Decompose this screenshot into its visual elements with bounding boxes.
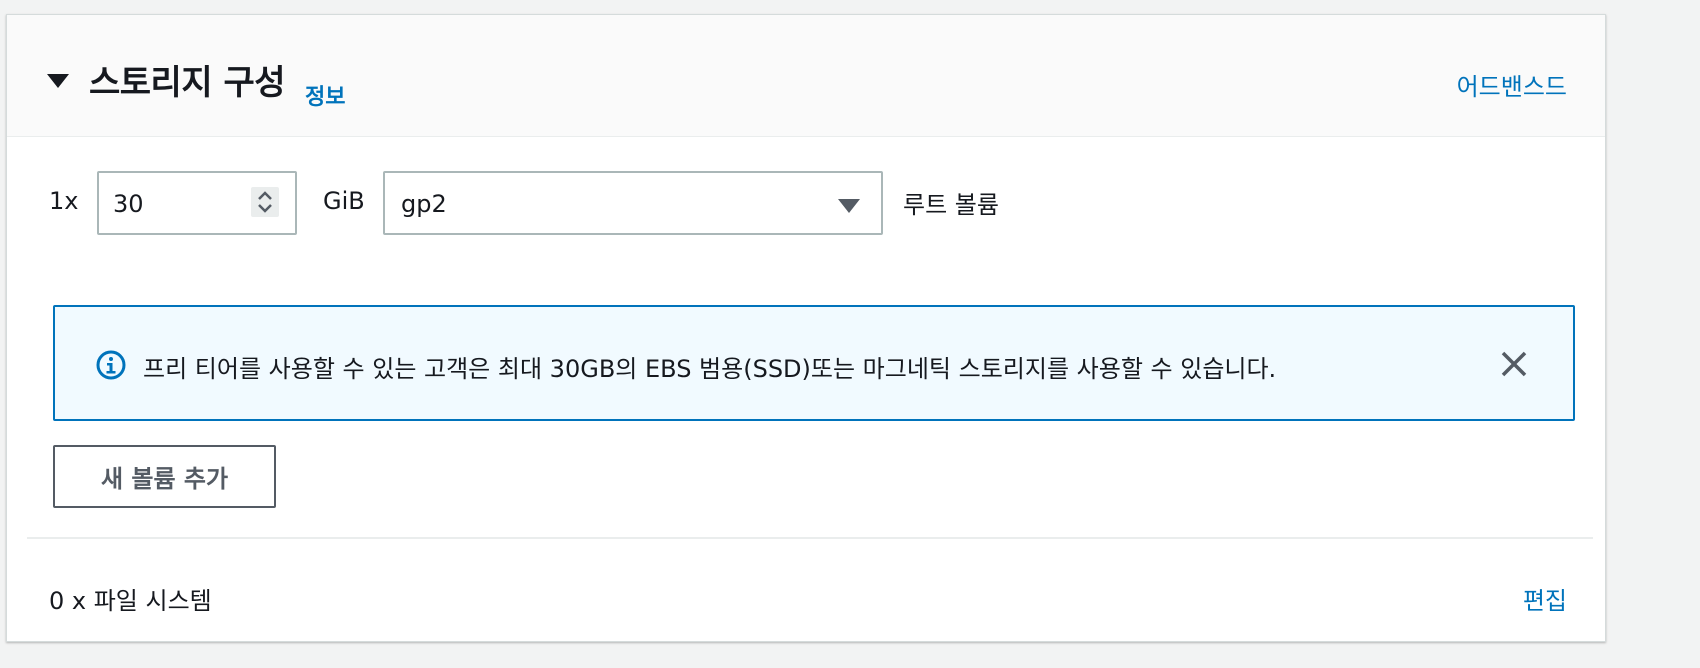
volume-count-label: 1x bbox=[49, 187, 79, 215]
stepper-icon[interactable] bbox=[251, 187, 279, 217]
volume-size-input[interactable]: 30 bbox=[97, 171, 297, 235]
info-circle-icon bbox=[96, 350, 126, 380]
alert-message: 프리 티어를 사용할 수 있는 고객은 최대 30GB의 EBS 범용(SSD)… bbox=[143, 355, 1277, 383]
root-volume-label: 루트 볼륨 bbox=[903, 191, 999, 219]
free-tier-info-alert: 프리 티어를 사용할 수 있는 고객은 최대 30GB의 EBS 범용(SSD)… bbox=[53, 305, 1575, 421]
file-systems-summary: 0 x 파일 시스템 bbox=[49, 587, 212, 615]
volume-size-value[interactable]: 30 bbox=[113, 190, 144, 218]
close-icon[interactable] bbox=[1497, 347, 1531, 381]
panel-header: 스토리지 구성 정보 어드밴스드 bbox=[7, 15, 1605, 137]
caret-down-icon[interactable] bbox=[45, 67, 71, 93]
storage-configuration-panel: 스토리지 구성 정보 어드밴스드 1x 30 GiB gp2 루트 볼륨 프리 … bbox=[6, 14, 1606, 642]
volume-size-unit: GiB bbox=[323, 187, 365, 215]
caret-down-icon[interactable] bbox=[837, 197, 861, 215]
advanced-link[interactable]: 어드밴스드 bbox=[1457, 67, 1567, 102]
add-volume-button[interactable]: 새 볼륨 추가 bbox=[53, 445, 276, 508]
edit-file-systems-link[interactable]: 편집 bbox=[1523, 581, 1567, 616]
volume-type-select[interactable]: gp2 bbox=[383, 171, 883, 235]
section-divider bbox=[27, 537, 1593, 539]
volume-type-value[interactable]: gp2 bbox=[401, 190, 447, 218]
page-title: 스토리지 구성 bbox=[89, 63, 286, 103]
info-link[interactable]: 정보 bbox=[305, 79, 345, 111]
